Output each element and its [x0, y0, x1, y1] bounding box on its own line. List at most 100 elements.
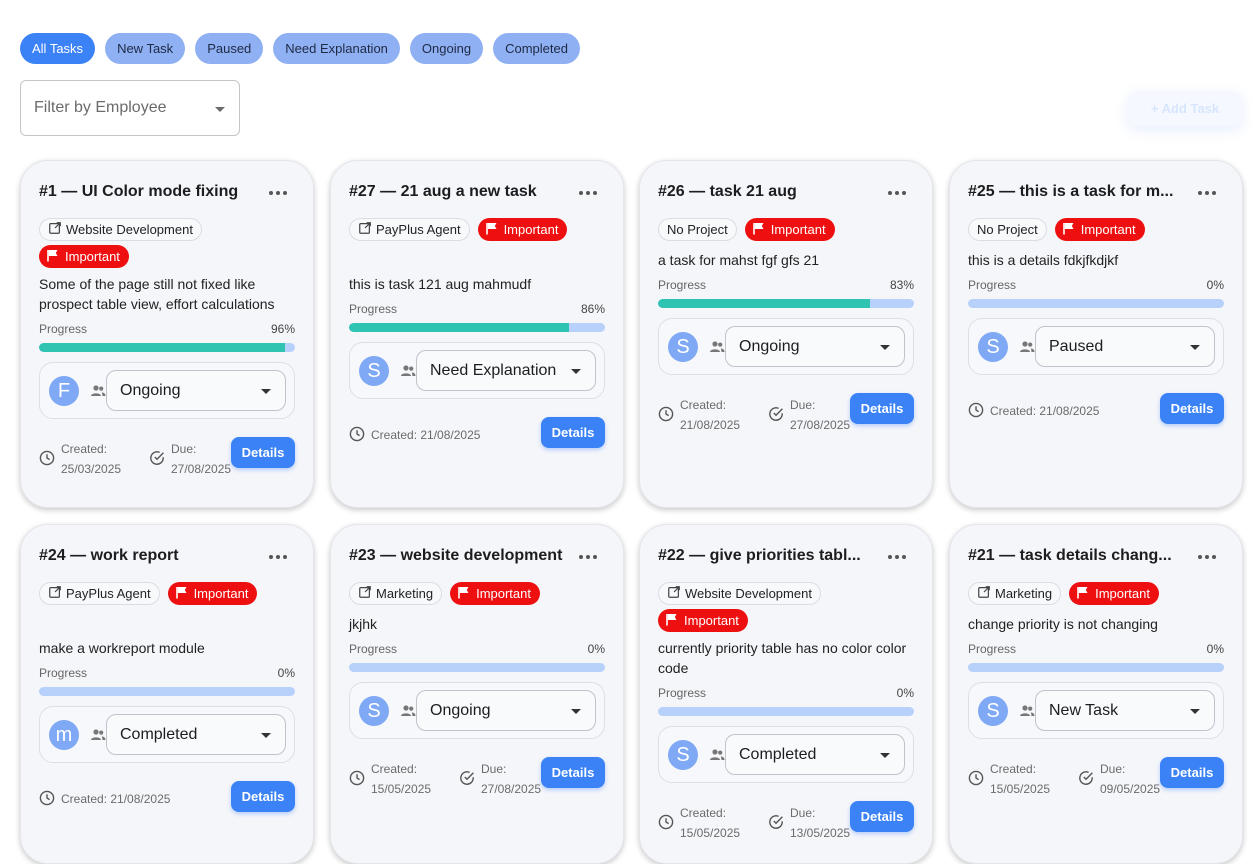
progress-value: 96%	[270, 322, 295, 336]
task-title[interactable]: #22 — give priorities tabl...	[658, 547, 880, 565]
created-date: Created: 25/03/2025	[39, 439, 121, 479]
project-tag[interactable]: Marketing	[349, 582, 443, 605]
due-text: Due: 13/05/2025	[790, 803, 850, 843]
filter-chip-paused[interactable]: Paused	[195, 33, 264, 64]
avatar[interactable]: S	[978, 696, 1008, 726]
progress-value: 0%	[896, 686, 914, 700]
task-title[interactable]: #25 — this is a task for m...	[968, 183, 1190, 201]
due-date: Due: 09/05/2025	[1078, 759, 1160, 799]
status-select[interactable]: Completed	[725, 734, 905, 775]
avatar[interactable]: S	[359, 696, 389, 726]
task-title[interactable]: #1 — UI Color mode fixing	[39, 183, 261, 201]
more-options-icon[interactable]	[1198, 555, 1216, 559]
details-button[interactable]: Details	[231, 437, 295, 468]
task-tags: No Project Important	[658, 218, 918, 241]
status-select[interactable]: Need Explanation	[416, 350, 596, 391]
priority-label: Important	[684, 613, 739, 628]
avatar[interactable]: S	[668, 740, 698, 770]
progress-bar-fill	[349, 323, 570, 332]
status-select[interactable]: Completed	[106, 714, 286, 755]
external-link-icon	[977, 585, 991, 602]
details-button[interactable]: Details	[231, 781, 295, 812]
details-button[interactable]: Details	[1160, 393, 1224, 424]
status-select[interactable]: Ongoing	[725, 326, 905, 367]
task-tags: Website Development Important	[39, 218, 299, 268]
avatar[interactable]: F	[49, 376, 79, 406]
task-title[interactable]: #27 — 21 aug a new task	[349, 183, 571, 201]
status-select[interactable]: New Task	[1035, 690, 1215, 731]
filter-chip-ongoing[interactable]: Ongoing	[409, 33, 484, 64]
task-tags: PayPlus Agent Important	[349, 218, 609, 241]
project-tag[interactable]: Marketing	[968, 582, 1062, 605]
more-options-icon[interactable]	[579, 555, 597, 559]
task-description: a task for mahst fgf gfs 21	[658, 252, 820, 268]
flag-icon	[752, 222, 765, 238]
details-button[interactable]: Details	[850, 801, 914, 832]
clock-icon	[39, 450, 55, 469]
due-value: 27/08/2025	[481, 782, 542, 796]
project-tag[interactable]: Website Development	[658, 582, 821, 605]
details-button[interactable]: Details	[541, 417, 605, 448]
filter-chip-new-task[interactable]: New Task	[105, 33, 186, 64]
task-title[interactable]: #26 — task 21 aug	[658, 183, 880, 201]
created-value: 21/08/2025	[110, 792, 171, 806]
avatar[interactable]: S	[668, 332, 698, 362]
task-card: #26 — task 21 aug No Project Important a ta…	[639, 160, 933, 508]
avatar[interactable]: S	[359, 356, 389, 386]
project-tag[interactable]: PayPlus Agent	[39, 582, 160, 605]
created-value: 21/08/2025	[420, 428, 481, 442]
filter-chip-need-explanation[interactable]: Need Explanation	[273, 33, 400, 64]
task-title[interactable]: #21 — task details chang...	[968, 547, 1190, 565]
flag-icon	[458, 586, 470, 602]
details-button[interactable]: Details	[1160, 757, 1224, 788]
project-tag[interactable]: PayPlus Agent	[349, 218, 470, 241]
more-options-icon[interactable]	[1198, 191, 1216, 195]
created-value: 15/05/2025	[680, 826, 741, 840]
project-tag[interactable]: No Project	[658, 218, 737, 241]
status-select-value: Completed	[120, 725, 198, 743]
filter-chip-all-tasks[interactable]: All Tasks	[20, 33, 96, 64]
clock-icon	[349, 426, 365, 445]
status-select[interactable]: Paused	[1035, 326, 1215, 367]
check-circle-icon	[1078, 770, 1094, 789]
details-button[interactable]: Details	[850, 393, 914, 424]
clock-icon	[39, 790, 55, 809]
more-options-icon[interactable]	[269, 555, 287, 559]
clock-icon	[658, 814, 674, 833]
due-value: 27/08/2025	[171, 462, 232, 476]
flag-icon	[175, 586, 188, 602]
flag-icon	[666, 613, 678, 629]
due-value: 27/08/2025	[790, 418, 851, 432]
task-title[interactable]: #24 — work report	[39, 547, 261, 565]
more-options-icon[interactable]	[269, 191, 287, 195]
avatar[interactable]: S	[978, 332, 1008, 362]
created-label: Created:	[371, 428, 418, 442]
created-date: Created: 21/08/2025	[968, 401, 1099, 421]
project-tag[interactable]: No Project	[968, 218, 1047, 241]
avatar[interactable]: m	[49, 720, 79, 750]
status-select[interactable]: Ongoing	[416, 690, 596, 731]
progress-value: 86%	[580, 302, 605, 316]
more-options-icon[interactable]	[888, 555, 906, 559]
more-options-icon[interactable]	[579, 191, 597, 195]
employee-filter-select[interactable]: Filter by Employee	[20, 80, 240, 136]
status-select[interactable]: Ongoing	[106, 370, 286, 411]
flag-icon	[1062, 222, 1075, 238]
more-options-icon[interactable]	[888, 191, 906, 195]
due-text: Due: 27/08/2025	[481, 759, 541, 799]
details-button[interactable]: Details	[541, 757, 605, 788]
priority-badge-important: Important	[450, 582, 540, 605]
priority-label: Important	[503, 222, 559, 237]
external-link-icon	[358, 221, 372, 238]
add-task-button[interactable]: + Add Task	[1128, 91, 1242, 126]
project-tag[interactable]: Website Development	[39, 218, 202, 241]
filter-chip-completed[interactable]: Completed	[493, 33, 580, 64]
task-description: jkjhk	[349, 616, 378, 632]
task-title[interactable]: #23 — website development	[349, 547, 571, 565]
priority-label: Important	[1095, 586, 1150, 601]
priority-badge-important: Important	[744, 218, 835, 241]
chevron-down-icon	[261, 389, 271, 394]
clock-icon	[349, 770, 365, 789]
chevron-down-icon	[215, 107, 225, 112]
priority-badge-important: Important	[477, 218, 568, 241]
